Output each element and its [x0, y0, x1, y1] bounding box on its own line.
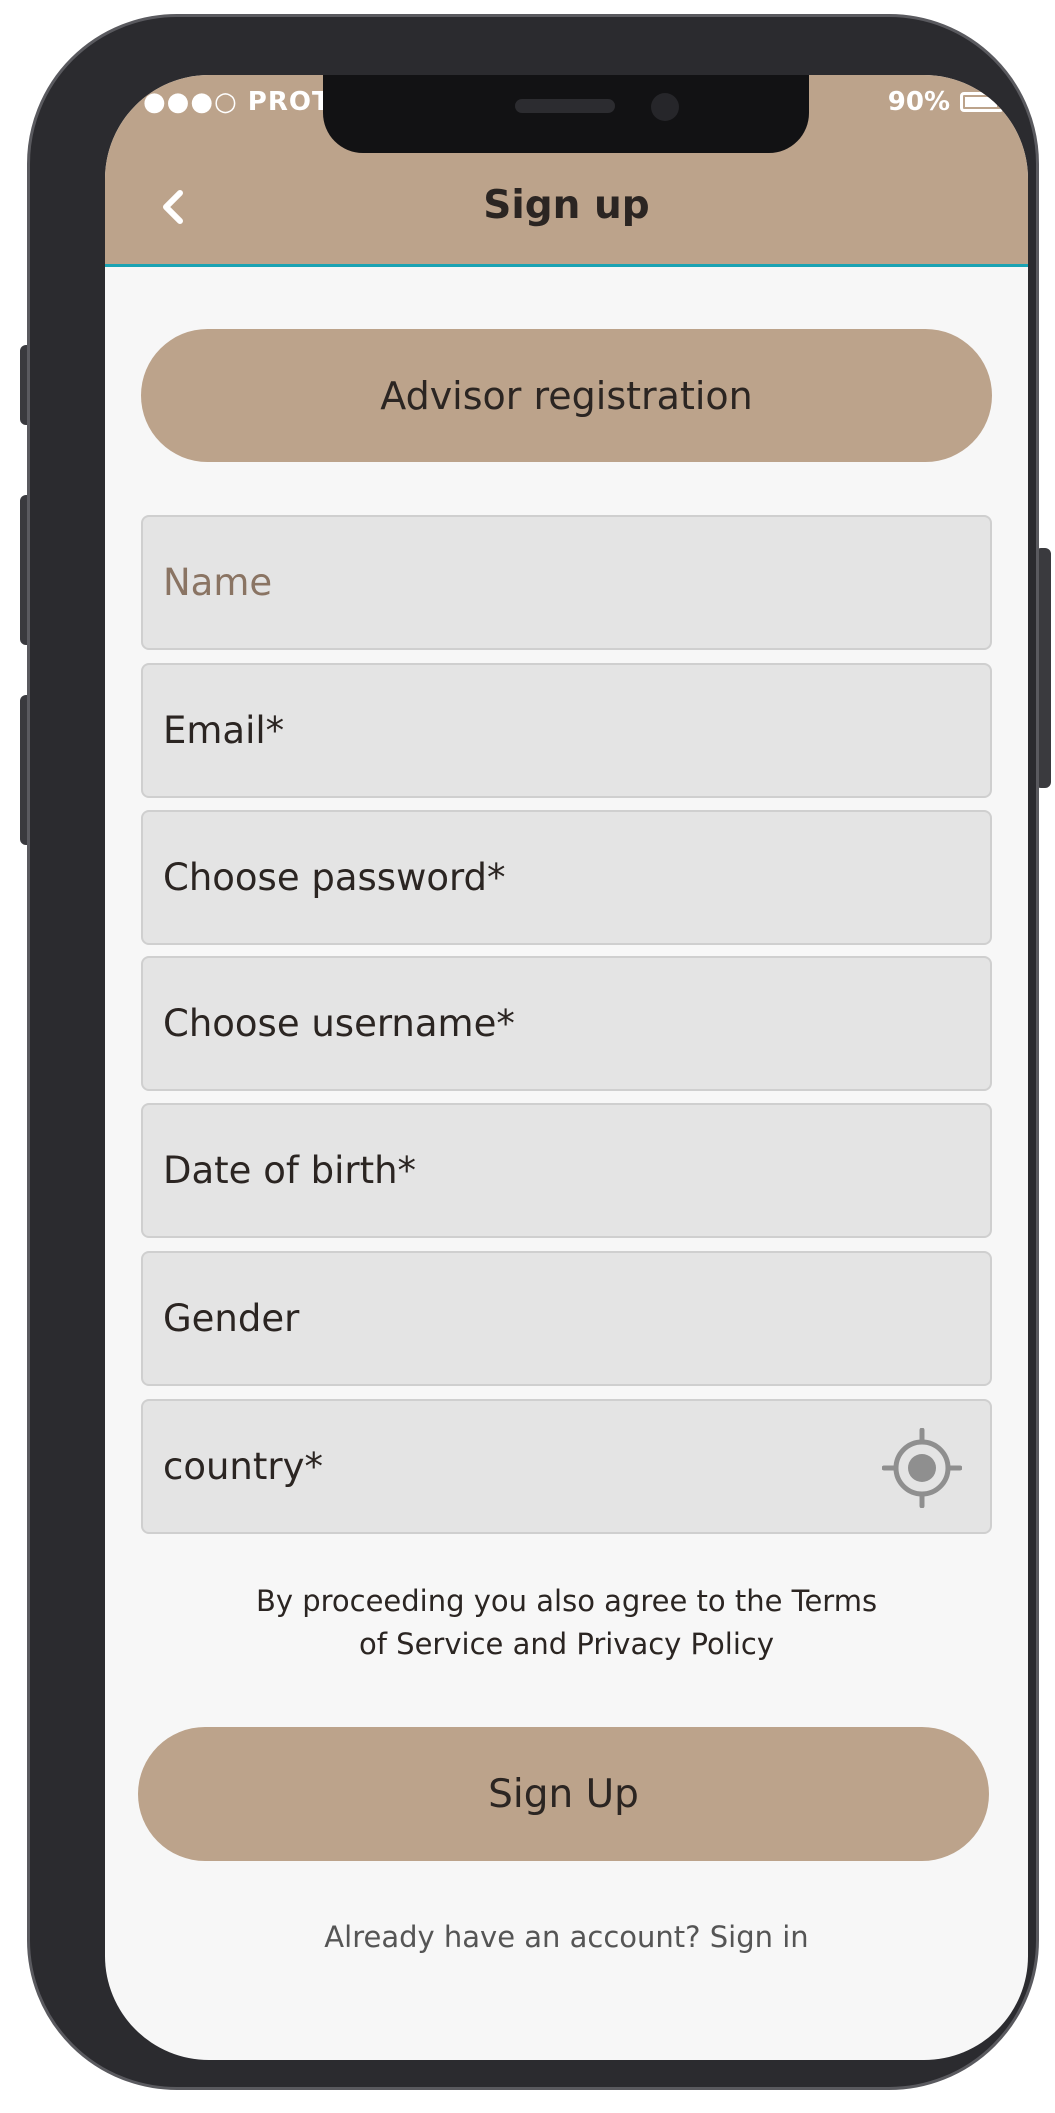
page-title: Sign up [483, 183, 650, 228]
name-field[interactable] [141, 515, 992, 650]
terms-notice: By proceeding you also agree to the Term… [141, 1580, 992, 1666]
phone-frame: ●●●○ PROTO 90% Sign up Advisor registrat… [27, 14, 1039, 2090]
notch [323, 75, 809, 153]
date-of-birth-field[interactable] [141, 1103, 992, 1238]
device-mockup: ●●●○ PROTO 90% Sign up Advisor registrat… [0, 0, 1055, 2113]
username-field[interactable] [141, 956, 992, 1091]
location-target-icon[interactable] [882, 1428, 962, 1508]
country-input[interactable] [143, 1401, 990, 1532]
password-field[interactable] [141, 810, 992, 945]
date-of-birth-input[interactable] [143, 1105, 990, 1236]
email-input[interactable] [143, 665, 990, 796]
country-field[interactable] [141, 1399, 992, 1534]
gender-input[interactable] [143, 1253, 990, 1384]
advisor-registration-button[interactable]: Advisor registration [141, 329, 992, 462]
battery-status: 90% [888, 87, 1004, 117]
password-input[interactable] [143, 812, 990, 943]
terms-line-2: of Service and Privacy Policy [359, 1627, 774, 1661]
front-camera [651, 93, 679, 121]
app-screen: ●●●○ PROTO 90% Sign up Advisor registrat… [105, 75, 1028, 2060]
speaker-grille [515, 99, 615, 113]
battery-icon [960, 92, 1004, 112]
sign-in-link[interactable]: Already have an account? Sign in [105, 1920, 1028, 1954]
email-field[interactable] [141, 663, 992, 798]
username-input[interactable] [143, 958, 990, 1089]
gender-field[interactable] [141, 1251, 992, 1386]
name-input[interactable] [143, 517, 990, 648]
terms-line-1: By proceeding you also agree to the Term… [255, 1584, 878, 1618]
app-header: ●●●○ PROTO 90% Sign up [105, 75, 1028, 267]
battery-percent: 90% [887, 87, 950, 117]
sign-up-button[interactable]: Sign Up [138, 1727, 989, 1861]
